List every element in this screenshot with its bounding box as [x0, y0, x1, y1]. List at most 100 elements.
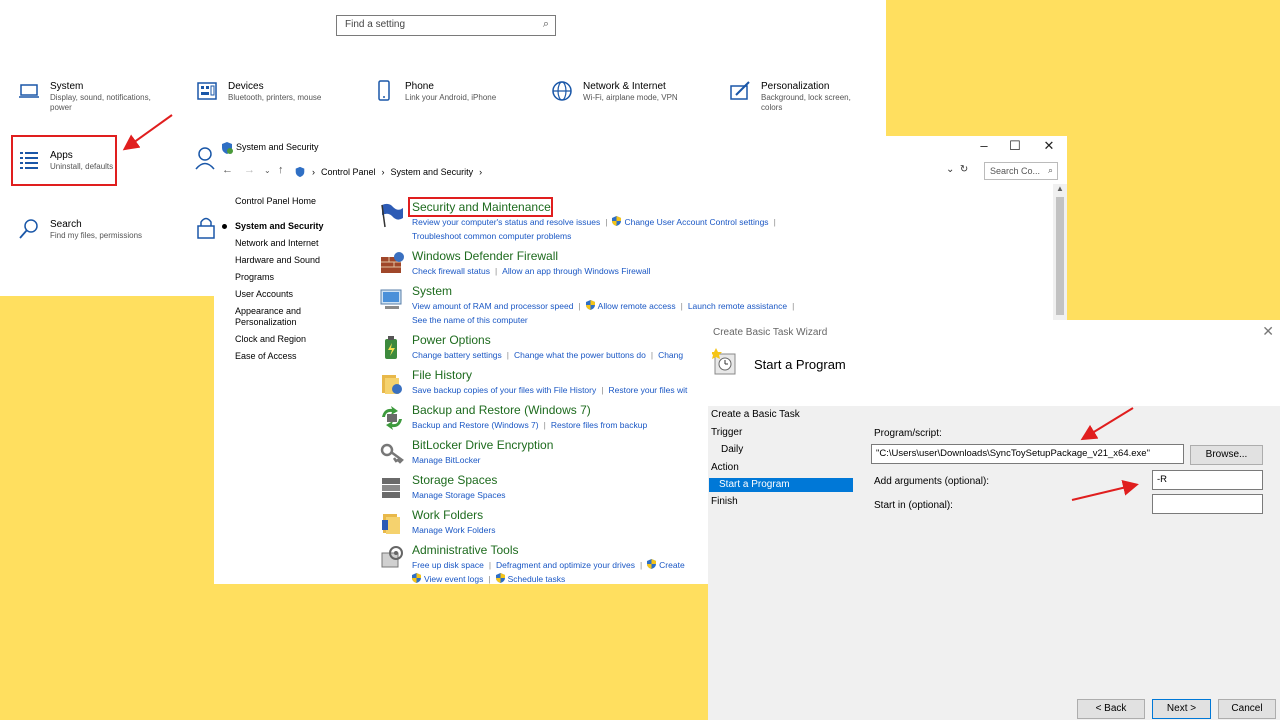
back-button[interactable]: < Back: [1077, 699, 1145, 719]
tile-desc: Wi-Fi, airplane mode, VPN: [583, 93, 678, 102]
link[interactable]: Check firewall status: [412, 266, 490, 276]
category-title[interactable]: Power Options: [412, 333, 491, 348]
nav-item-network[interactable]: Network and Internet: [235, 238, 345, 249]
link[interactable]: Save backup copies of your files with Fi…: [412, 385, 596, 395]
tools-icon: [381, 546, 403, 568]
settings-tile-system[interactable]: System Display, sound, notifications, pow…: [18, 80, 158, 113]
up-arrow-icon[interactable]: ↑: [278, 164, 284, 176]
storage-icon: [382, 478, 400, 498]
browse-button[interactable]: Browse...: [1190, 445, 1263, 465]
nav-item-programs[interactable]: Programs: [235, 272, 345, 283]
globe-icon: [551, 80, 573, 102]
nav-item-appearance[interactable]: Appearance and Personalization: [235, 306, 345, 328]
start-in-input[interactable]: [1152, 494, 1263, 514]
settings-tile-personalization[interactable]: Personalization Background, lock screen, …: [729, 80, 869, 113]
step-create-basic-task[interactable]: Create a Basic Task: [711, 408, 856, 426]
category-title[interactable]: Windows Defender Firewall: [412, 249, 558, 264]
link[interactable]: Allow an app through Windows Firewall: [502, 266, 650, 276]
close-icon[interactable]: ✕: [1262, 323, 1274, 340]
link[interactable]: See the name of this computer: [412, 315, 528, 325]
category-title[interactable]: Administrative Tools: [412, 543, 519, 558]
title-bar: System and Security – ☐ ✕: [214, 136, 1067, 160]
close-icon[interactable]: ✕: [1032, 138, 1066, 154]
link[interactable]: Change what the power buttons do: [514, 350, 646, 360]
window-title: System and Security: [236, 142, 319, 152]
cancel-button[interactable]: Cancel: [1218, 699, 1276, 719]
link[interactable]: Manage BitLocker: [412, 455, 481, 465]
nav-item-clock[interactable]: Clock and Region: [235, 334, 345, 345]
settings-tile-devices[interactable]: Devices Bluetooth, printers, mouse: [196, 80, 336, 103]
next-button[interactable]: Next >: [1152, 699, 1211, 719]
scroll-up-icon[interactable]: ▲: [1056, 184, 1064, 193]
control-panel-search-input[interactable]: Search Co... ⌕: [984, 162, 1058, 180]
nav-item-ease-of-access[interactable]: Ease of Access: [235, 351, 345, 362]
nav-control-panel-home[interactable]: Control Panel Home: [235, 196, 345, 207]
task-clock-icon: [712, 348, 736, 375]
link[interactable]: View event logs: [424, 574, 483, 584]
backup-icon: [382, 406, 402, 430]
settings-search-input[interactable]: Find a setting ⌕: [336, 15, 556, 36]
scrollbar-thumb[interactable]: [1056, 197, 1064, 315]
link[interactable]: Backup and Restore (Windows 7): [412, 420, 539, 430]
computer-icon: [380, 289, 402, 309]
shield-icon: [222, 142, 233, 154]
link[interactable]: Review your computer's status and resolv…: [412, 217, 600, 227]
link[interactable]: View amount of RAM and processor speed: [412, 301, 573, 311]
step-trigger[interactable]: Trigger: [711, 426, 856, 444]
link[interactable]: Defragment and optimize your drives: [496, 560, 635, 570]
minimize-icon[interactable]: –: [967, 138, 1001, 153]
link[interactable]: Manage Storage Spaces: [412, 490, 506, 500]
nav-item-system-security[interactable]: System and Security: [222, 221, 345, 232]
settings-tile-network[interactable]: Network & Internet Wi-Fi, airplane mode, …: [551, 80, 691, 103]
link[interactable]: Launch remote assistance: [688, 301, 787, 311]
link[interactable]: Create: [659, 560, 685, 570]
battery-icon: [385, 336, 397, 359]
settings-tile-search[interactable]: Search Find my files, permissions: [18, 218, 158, 241]
tile-desc: Bluetooth, printers, mouse: [228, 93, 322, 102]
maximize-icon[interactable]: ☐: [998, 138, 1032, 154]
category-title[interactable]: System: [412, 284, 452, 299]
link[interactable]: Manage Work Folders: [412, 525, 495, 535]
step-finish[interactable]: Finish: [711, 495, 856, 513]
step-action[interactable]: Action: [711, 461, 856, 479]
tile-desc: Background, lock screen, colors: [761, 93, 851, 112]
work-folder-icon: [382, 514, 400, 534]
task-wizard-window: Create Basic Task Wizard ✕ Start a Progr…: [708, 320, 1280, 720]
forward-arrow-icon[interactable]: →: [244, 164, 255, 176]
category-title[interactable]: BitLocker Drive Encryption: [412, 438, 553, 453]
link[interactable]: Troubleshoot common computer problems: [412, 231, 571, 241]
breadcrumb-item[interactable]: Control Panel: [321, 167, 376, 177]
firewall-icon: [381, 252, 404, 273]
keyboard-icon: [196, 80, 218, 102]
category-title[interactable]: Storage Spaces: [412, 473, 497, 488]
start-in-label: Start in (optional):: [874, 500, 953, 511]
tile-desc: Find my files, permissions: [50, 231, 143, 240]
link[interactable]: Chang: [658, 350, 683, 360]
link[interactable]: Allow remote access: [598, 301, 676, 311]
settings-tile-phone[interactable]: Phone Link your Android, iPhone: [373, 80, 513, 103]
dropdown-refresh-icons[interactable]: ⌄ ↻: [946, 164, 968, 175]
breadcrumb-item[interactable]: System and Security: [391, 167, 474, 177]
step-daily[interactable]: Daily: [711, 443, 856, 461]
folder-history-icon: [382, 375, 402, 394]
breadcrumb[interactable]: › Control Panel › System and Security ›: [294, 166, 482, 178]
link[interactable]: Change battery settings: [412, 350, 502, 360]
recent-chevron-icon[interactable]: ⌄: [264, 166, 271, 175]
link[interactable]: Restore files from backup: [551, 420, 647, 430]
link[interactable]: Change User Account Control settings: [624, 217, 768, 227]
program-script-input[interactable]: "C:\Users\user\Downloads\SyncToySetupPac…: [871, 444, 1184, 464]
link[interactable]: Free up disk space: [412, 560, 484, 570]
step-start-a-program[interactable]: Start a Program: [709, 478, 853, 492]
link[interactable]: Restore your files wit: [608, 385, 687, 395]
wizard-header-title: Start a Program: [754, 357, 846, 372]
key-icon: [380, 443, 404, 464]
category-title[interactable]: File History: [412, 368, 472, 383]
back-arrow-icon[interactable]: ←: [222, 164, 233, 176]
category-title[interactable]: Work Folders: [412, 508, 483, 523]
add-arguments-input[interactable]: -R: [1152, 470, 1263, 490]
nav-item-user-accounts[interactable]: User Accounts: [235, 289, 345, 300]
link[interactable]: Schedule tasks: [508, 574, 566, 584]
vertical-scrollbar[interactable]: ▲: [1053, 184, 1067, 320]
category-title[interactable]: Backup and Restore (Windows 7): [412, 403, 591, 418]
nav-item-hardware[interactable]: Hardware and Sound: [235, 255, 345, 266]
